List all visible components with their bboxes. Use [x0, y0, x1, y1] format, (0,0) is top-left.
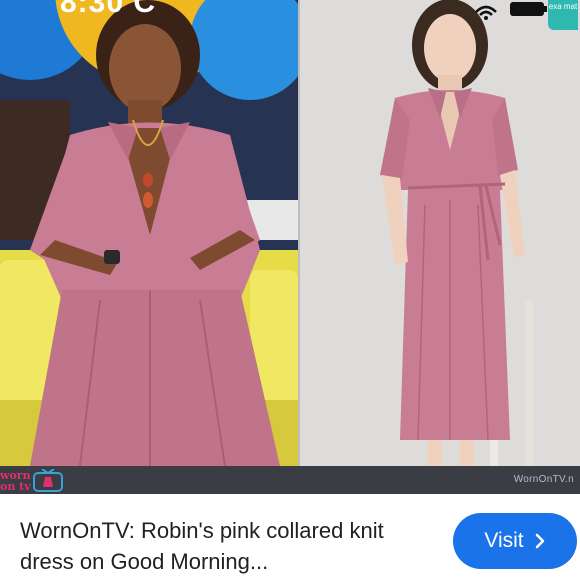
- model-illustration: [300, 0, 580, 466]
- battery-icon: [510, 2, 547, 16]
- left-photo: 8:30 C: [0, 0, 298, 466]
- right-photo: exa mat: [300, 0, 580, 466]
- visit-label: Visit: [484, 529, 524, 552]
- image-credit: WornOnTV.n: [513, 474, 574, 485]
- result-image[interactable]: 8:30 C exa mat worn on tv WornOnTV.n: [0, 0, 580, 494]
- visit-button[interactable]: Visit: [453, 513, 577, 569]
- wornontv-logo: worn on tv: [0, 468, 66, 494]
- status-time: 8:30 C: [60, 0, 157, 19]
- result-title[interactable]: WornOnTV: Robin's pink collared knit dre…: [20, 515, 430, 577]
- logo-text: worn on tv: [0, 469, 31, 493]
- tv-icon: [33, 469, 63, 492]
- wifi-icon: [475, 5, 497, 20]
- chevron-right-icon: [535, 533, 544, 549]
- badge: exa mat: [548, 0, 578, 30]
- tv-set-illustration: [0, 0, 298, 466]
- caption-strip: [0, 466, 580, 494]
